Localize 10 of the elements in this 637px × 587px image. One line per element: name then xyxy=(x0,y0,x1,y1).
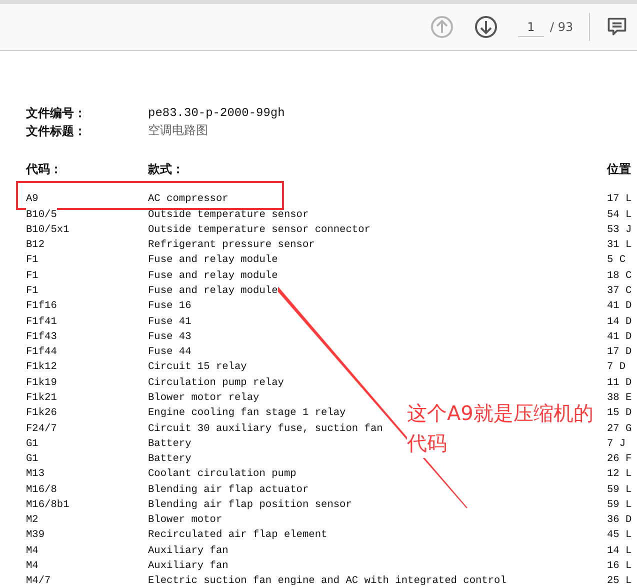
page-number-field[interactable]: 1 xyxy=(518,18,544,36)
next-page-icon[interactable] xyxy=(474,15,498,39)
comment-icon[interactable] xyxy=(606,16,628,38)
table-cell: Outside temperature sensor connector xyxy=(148,222,370,238)
table-cell: Fuse and relay module xyxy=(148,268,278,284)
table-cell: Electric suction fan engine and AC with integrated control xyxy=(148,574,506,587)
table-cell: Refrigerant pressure sensor xyxy=(148,238,315,254)
table-cell: Fuse and relay module xyxy=(148,253,278,269)
page-count: / 93 xyxy=(550,20,574,34)
column-header: 位置 xyxy=(607,162,631,178)
